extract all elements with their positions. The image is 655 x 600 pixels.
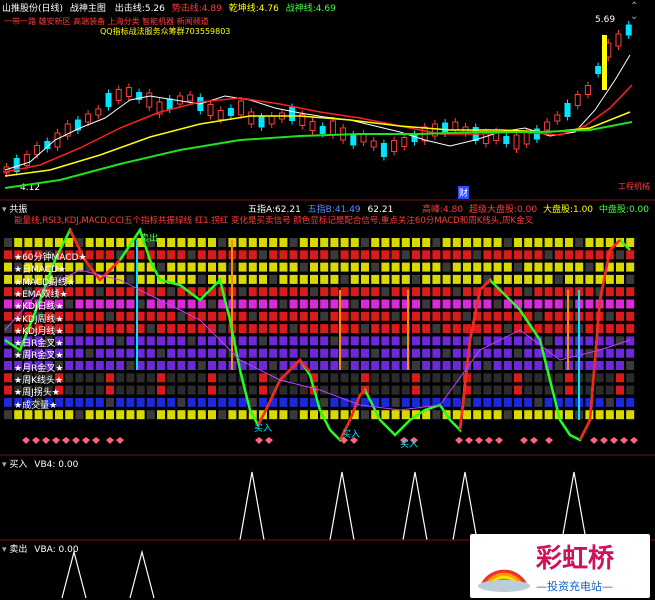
candle [401, 137, 408, 147]
signal-row-label: ★EMA双线★ [14, 289, 68, 300]
candle [625, 24, 632, 36]
signal-row-label: ★周K线头★ [14, 376, 64, 386]
sell-label: VBA: [34, 545, 56, 555]
candle [350, 134, 357, 146]
candle [238, 100, 245, 116]
candle [503, 136, 510, 144]
candle [329, 120, 336, 136]
candle [187, 94, 194, 102]
candle [289, 107, 296, 121]
buy-label: VB4: [34, 460, 56, 470]
candle [146, 92, 153, 108]
sell-value: 0.00 [58, 545, 79, 555]
yellow-bar [602, 35, 607, 90]
buy-value: 0.00 [58, 460, 79, 470]
candle [442, 122, 449, 134]
candle [554, 114, 561, 122]
candle [217, 110, 224, 120]
signal-row-label: ★月R金叉★ [14, 363, 64, 374]
candle [105, 93, 112, 107]
candle [95, 108, 102, 116]
buy-title: 买入 [9, 460, 28, 470]
candle [34, 145, 41, 155]
candle [615, 33, 622, 47]
sell-tag: 卖出 [140, 234, 159, 244]
buy-tag-2: 买入 [342, 430, 361, 440]
candle [227, 108, 234, 116]
big-label: 大盘股: [542, 205, 573, 215]
signal-row-label: ★成交量★ [14, 400, 58, 411]
candle [125, 87, 132, 97]
signal-row-label: ★KDJ日线★ [14, 302, 64, 313]
candle [380, 143, 387, 157]
candle [319, 126, 326, 134]
collapse-icon[interactable]: ▾ [2, 205, 7, 215]
candle [370, 140, 377, 148]
candle [595, 66, 602, 74]
logo-sub: —投资充电站— [536, 580, 613, 593]
big-value: 1.00 [572, 205, 594, 215]
buy-tag-1: 买入 [254, 424, 273, 434]
resonance-pane[interactable]: ▾ 共振 五指A:62.21 五指B:41.49 62.21 高峰:4.80 超… [0, 201, 655, 455]
candle [268, 115, 275, 125]
mid-value: 0.00 [628, 205, 649, 215]
mid-label: 中盘股: [598, 205, 629, 215]
ma-yellow-line [4, 111, 631, 177]
candle [584, 85, 591, 95]
buy-header: ▾ 买入 VB4: 0.00 [2, 457, 78, 470]
signal-row-label: ★日MACD★ [14, 265, 67, 276]
candle [452, 121, 459, 131]
candle [411, 134, 418, 142]
sell-title: 卖出 [9, 545, 28, 555]
signal-row-label: ★60分钟MACD★ [14, 253, 87, 263]
candle [207, 104, 214, 116]
collapse-icon[interactable]: ▾ [2, 460, 7, 470]
description-text: 能量线,RSI3,KDJ,MACD,CCI五个指标共振绿线 红1.拐红 变化是买… [14, 216, 534, 226]
candle [309, 121, 316, 131]
candle [360, 133, 367, 143]
candle [248, 111, 255, 125]
buy-tag-3: 买入 [400, 440, 419, 450]
candle [544, 121, 551, 131]
rainbow-icon [478, 569, 530, 592]
candle [166, 98, 173, 110]
signal-row-label: ★MACD周线★ [14, 277, 76, 288]
candle [115, 89, 122, 101]
candle [258, 116, 265, 128]
candle [513, 134, 520, 150]
candle [85, 113, 92, 123]
collapse-icon[interactable]: ▾ [2, 545, 7, 555]
candle [574, 94, 581, 106]
logo-name: 彩虹桥 [536, 544, 615, 574]
candle [564, 103, 571, 117]
signal-row-label: ★日R金叉★ [14, 339, 64, 350]
sell-header: ▾ 卖出 VBA: 0.00 [2, 542, 79, 555]
signal-row-label: ★KDJ周线★ [14, 314, 64, 325]
buy-pane[interactable]: ▾ 买入 VB4: 0.00 [0, 456, 655, 540]
signal-row-label: ★KDJ月线★ [14, 326, 64, 337]
signal-row-label: ★周J拐头★ [14, 388, 60, 399]
candle [523, 131, 530, 145]
signal-row-label: ★周R金叉★ [14, 351, 64, 362]
candle [391, 140, 398, 152]
rainbow-bridge-logo: 彩虹桥 —投资充电站— [470, 534, 650, 598]
candle-series [3, 21, 632, 177]
